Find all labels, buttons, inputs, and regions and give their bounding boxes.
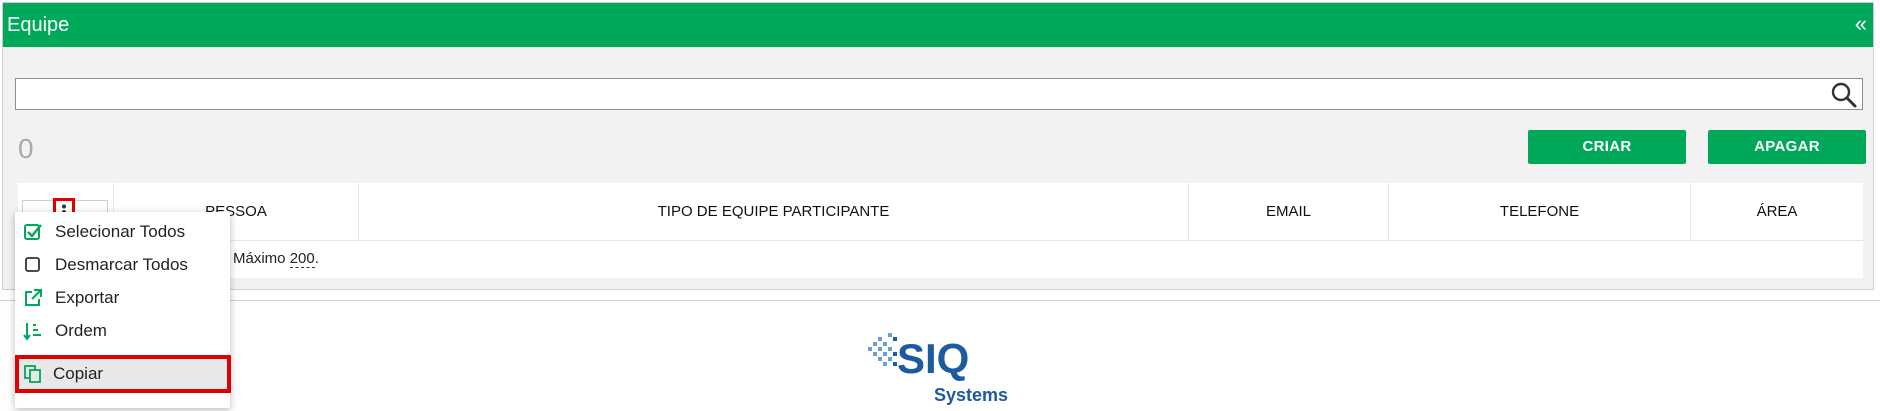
sort-order-icon: [23, 323, 41, 341]
record-count: 0: [18, 133, 34, 164]
search-input[interactable]: [20, 82, 1814, 108]
menu-item-copy[interactable]: Copiar: [15, 355, 231, 393]
max-records-text: Máximo 200.: [233, 240, 319, 278]
page-divider: [0, 300, 1880, 301]
menu-item-label: Selecionar Todos: [55, 222, 186, 241]
table-header: PESSOA TIPO DE EQUIPE PARTICIPANTE EMAIL…: [18, 183, 1863, 241]
max-suffix: .: [314, 250, 319, 267]
empty-box-icon: [25, 257, 40, 272]
team-table: PESSOA TIPO DE EQUIPE PARTICIPANTE EMAIL…: [18, 183, 1863, 278]
copy-icon: [24, 365, 41, 383]
menu-item-select-all[interactable]: Selecionar Todos: [15, 216, 230, 248]
table-footer: Máximo 200.: [18, 240, 1863, 278]
max-prefix: Máximo: [233, 250, 286, 267]
column-header-tipo-equipe[interactable]: TIPO DE EQUIPE PARTICIPANTE: [358, 183, 1188, 240]
panel-title: Equipe: [7, 14, 70, 36]
column-header-email[interactable]: EMAIL: [1188, 183, 1388, 240]
delete-button[interactable]: APAGAR: [1708, 130, 1866, 164]
column-header-area[interactable]: ÁREA: [1690, 183, 1863, 240]
search-bar: [15, 78, 1863, 110]
siq-systems-logo: SIQ Systems: [868, 333, 1018, 406]
max-records-value[interactable]: 200: [289, 250, 315, 268]
external-link-icon: [25, 289, 42, 306]
menu-item-label: Desmarcar Todos: [55, 255, 188, 274]
menu-item-label: Copiar: [53, 364, 104, 383]
menu-item-label: Exportar: [55, 288, 120, 307]
logo-subtext: Systems: [934, 385, 1008, 405]
collapse-icon[interactable]: «: [1855, 12, 1867, 36]
column-header-telefone[interactable]: TELEFONE: [1388, 183, 1690, 240]
checked-box-icon: [24, 224, 42, 240]
search-icon[interactable]: [1830, 81, 1858, 109]
menu-item-label: Ordem: [55, 321, 107, 340]
options-dropdown: Selecionar Todos Desmarcar Todos Exporta…: [15, 212, 231, 408]
equipe-panel: Equipe « 0 CRIAR APAGAR PESSOA TIPO DE E…: [2, 2, 1874, 290]
panel-header: Equipe «: [3, 3, 1873, 47]
menu-item-order[interactable]: Ordem: [15, 315, 230, 347]
logo-text: SIQ: [897, 335, 969, 382]
create-button[interactable]: CRIAR: [1528, 130, 1686, 164]
menu-item-deselect-all[interactable]: Desmarcar Todos: [15, 249, 230, 281]
menu-item-export[interactable]: Exportar: [15, 282, 230, 314]
